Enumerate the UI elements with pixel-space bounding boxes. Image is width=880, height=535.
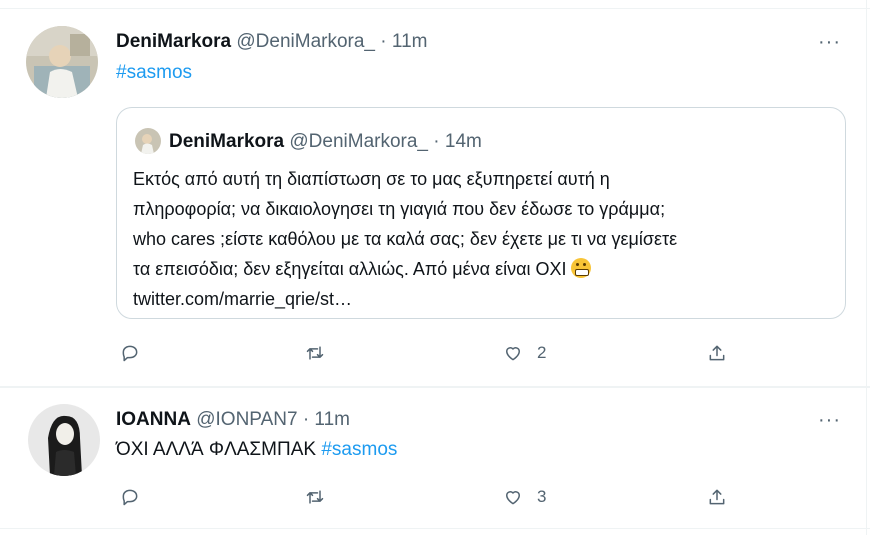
heart-icon	[506, 491, 520, 505]
tweet-text: ΌΧΙ ΑΛΛΆ ΦΛΑΣΜΠΑΚ #sasmos	[116, 438, 397, 462]
quoted-text-line: πληροφορία; να δικαιολογησει τη γιαγιά π…	[133, 199, 666, 219]
grimacing-face-emoji-icon	[570, 258, 591, 278]
separator-dot: ·	[433, 131, 440, 152]
timeline-feed: DeniMarkora @DeniMarkora_ · 11m ··· #sas…	[0, 0, 880, 535]
more-options-icon[interactable]: ···	[818, 32, 841, 52]
hashtag-link[interactable]: #sasmos	[321, 439, 397, 460]
hashtag-link[interactable]: #sasmos	[116, 62, 192, 83]
retweet-button[interactable]	[305, 341, 325, 365]
share-icon	[709, 489, 725, 505]
share-icon	[709, 345, 725, 361]
reply-button[interactable]	[120, 485, 140, 509]
like-button[interactable]: 3	[503, 485, 546, 509]
timestamp[interactable]: 11m	[314, 409, 350, 430]
share-button[interactable]	[707, 341, 727, 365]
quoted-tweet[interactable]: DeniMarkora @DeniMarkora_ · 14m Εκτός απ…	[116, 107, 846, 319]
tweet-text-segment: ΌΧΙ ΑΛΛΆ ΦΛΑΣΜΠΑΚ	[116, 439, 317, 460]
tweet-text: #sasmos	[116, 61, 192, 85]
quoted-text-segment: τα επεισόδια; δεν εξηγείται αλλιώς. Από …	[133, 259, 567, 279]
display-name[interactable]: DeniMarkora	[116, 31, 231, 52]
retweet-button[interactable]	[305, 485, 325, 509]
share-button[interactable]	[707, 485, 727, 509]
tweet-actions: 3	[0, 485, 866, 509]
like-button[interactable]: 2	[503, 341, 546, 365]
quoted-text-line: who cares ;είστε καθόλου με τα καλά σας;…	[133, 229, 678, 249]
display-name[interactable]: IOANNA	[116, 409, 191, 430]
timestamp[interactable]: 11m	[392, 31, 428, 52]
reply-icon	[122, 345, 138, 362]
user-handle[interactable]: @DeniMarkora_	[236, 31, 375, 52]
separator-dot: ·	[380, 31, 387, 52]
display-name: DeniMarkora	[169, 131, 285, 152]
tweet[interactable]: IOANNA @IONPAN7 · 11m ··· ΌΧΙ ΑΛΛΆ ΦΛΑΣΜ…	[0, 388, 866, 528]
quoted-text-line: Εκτός από αυτή τη διαπίστωση σε το μας ε…	[133, 169, 610, 189]
reply-button[interactable]	[120, 341, 140, 365]
tweet-actions: 2	[0, 341, 866, 365]
avatar	[135, 128, 161, 154]
like-count: 2	[537, 343, 547, 362]
tweet-header: DeniMarkora @DeniMarkora_ · 11m	[116, 30, 427, 54]
quoted-tweet-header: DeniMarkora @DeniMarkora_ · 14m	[169, 130, 482, 154]
avatar[interactable]	[26, 26, 98, 98]
retweet-icon	[306, 346, 324, 360]
quoted-tweet-text: Εκτός από αυτή τη διαπίστωση σε το μας ε…	[133, 164, 833, 314]
timestamp: 14m	[444, 131, 482, 152]
more-options-icon[interactable]: ···	[818, 410, 841, 430]
reply-icon	[122, 489, 138, 506]
like-count: 3	[537, 487, 547, 506]
tweet-header: IOANNA @IONPAN7 · 11m	[116, 408, 350, 432]
user-handle: @DeniMarkora_	[289, 131, 429, 152]
avatar[interactable]	[28, 404, 100, 476]
heart-icon	[506, 347, 520, 361]
quoted-link[interactable]: twitter.com/marrie_qrie/st…	[133, 284, 833, 314]
separator-dot: ·	[302, 409, 310, 430]
retweet-icon	[306, 490, 324, 504]
tweet[interactable]: DeniMarkora @DeniMarkora_ · 11m ··· #sas…	[0, 0, 866, 385]
column-border	[866, 0, 867, 535]
user-handle[interactable]: @IONPAN7	[196, 409, 297, 430]
bottom-divider	[0, 528, 870, 529]
quoted-text-line: τα επεισόδια; δεν εξηγείται αλλιώς. Από …	[133, 254, 833, 284]
